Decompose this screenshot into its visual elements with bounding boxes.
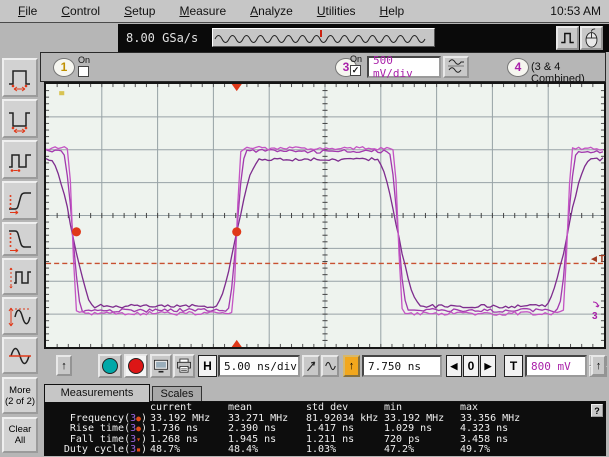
horizontal-setup-button[interactable]: H xyxy=(198,355,217,377)
channel-3-on-label: On xyxy=(350,54,362,64)
channel-4-badge[interactable]: 4 xyxy=(507,58,529,77)
timebase-field[interactable]: 5.00 ns/div xyxy=(218,355,300,377)
clock: 10:53 AM xyxy=(550,4,603,18)
realtime-mode-button[interactable] xyxy=(321,355,339,377)
menu-items: FileControlSetupMeasureAnalyzeUtilitiesH… xyxy=(6,4,416,18)
expand-right-button[interactable]: ↑ xyxy=(591,355,606,376)
pulse-mode-button[interactable] xyxy=(556,26,579,50)
timebase-preview[interactable] xyxy=(212,28,435,47)
more-measurements-button[interactable]: More (2 of 2) xyxy=(2,377,38,414)
measure-sine-amplitude-button[interactable] xyxy=(2,297,38,335)
vertical-scale-spinner[interactable] xyxy=(443,56,469,78)
measure-pwidth-pos-button[interactable] xyxy=(2,58,38,97)
measure-average-button[interactable] xyxy=(2,337,38,374)
clear-all-button[interactable]: Clear All xyxy=(2,417,38,453)
trigger-setup-button[interactable]: T xyxy=(504,355,523,377)
measurements-panel: currentmeanstd devminmaxFrequency(3●)33.… xyxy=(44,401,606,456)
measure-period-button[interactable] xyxy=(2,140,38,179)
measurement-row-duty-cycle: Duty cycle(3▪)48.7%48.4%1.03%47.2%49.7% xyxy=(46,445,590,456)
menubar: FileControlSetupMeasureAnalyzeUtilitiesH… xyxy=(0,0,609,23)
wave-spinner-icon xyxy=(446,58,466,74)
pulse-icon xyxy=(558,29,577,47)
delay-field[interactable]: 7.750 ns xyxy=(362,355,442,377)
zero-delay-button[interactable]: 0 xyxy=(463,355,479,377)
measurement-row-rise-time: Rise time(3●)1.736 ns2.390 ns1.417 ns1.0… xyxy=(46,424,590,435)
pulse-width-positive-icon xyxy=(7,64,33,92)
channel-1-on-label: On xyxy=(78,55,90,65)
up-arrow-icon: ↑ xyxy=(61,360,67,372)
measurements-header: currentmeanstd devminmax xyxy=(46,403,590,414)
sample-rate: 8.00 GSa/s xyxy=(126,31,198,45)
trigger-arrow-icon: ◄ xyxy=(589,254,599,265)
waveform-display: ◄T 3 xyxy=(44,82,606,349)
run-icon xyxy=(102,358,118,374)
mouse-mode-button[interactable] xyxy=(580,26,603,50)
trigger-level-field[interactable]: 800 mV xyxy=(525,355,587,377)
oscilloscope-app: FileControlSetupMeasureAnalyzeUtilitiesH… xyxy=(0,0,609,457)
acquisition-bar: 8.00 GSa/s xyxy=(118,24,609,52)
menu-control[interactable]: Control xyxy=(49,4,112,18)
rise-time-icon xyxy=(7,187,33,215)
up-arrow-icon: ↑ xyxy=(596,360,602,372)
print-button[interactable] xyxy=(173,354,195,378)
curved-arrow-icon xyxy=(592,301,600,309)
tab-scales[interactable]: Scales xyxy=(152,386,202,402)
fall-time-icon xyxy=(7,225,33,253)
measure-risetime-button[interactable] xyxy=(2,181,38,220)
sine-icon xyxy=(324,358,337,374)
pan-left-button[interactable]: ◀ xyxy=(446,355,462,377)
average-icon xyxy=(7,342,33,370)
screen-icon xyxy=(152,357,170,375)
menu-analyze[interactable]: Analyze xyxy=(238,4,305,18)
right-arrow-icon: ▶ xyxy=(485,361,492,372)
period-icon xyxy=(7,146,33,174)
horizontal-toolbar: ↑ H 5.00 ns/div xyxy=(40,351,606,382)
channel-bar: 1 On 3 On ✓ 500 mV/div 4 (3 & 4 Combined… xyxy=(40,52,606,82)
channel-3-scale-field[interactable]: 500 mV/div xyxy=(367,56,441,78)
pulse-amplitude-icon xyxy=(7,263,33,291)
left-arrow-icon: ◀ xyxy=(451,361,458,372)
measure-pwidth-neg-button[interactable] xyxy=(2,99,38,138)
sweep-zoom-button[interactable] xyxy=(302,355,320,377)
help-button[interactable]: ? xyxy=(591,404,603,417)
stop-button[interactable] xyxy=(124,354,148,378)
tab-measurements[interactable]: Measurements xyxy=(44,384,150,402)
measure-pulse-amplitude-button[interactable] xyxy=(2,258,38,295)
channel-1-badge[interactable]: 1 xyxy=(53,58,75,77)
run-button[interactable] xyxy=(98,354,122,378)
delay-arrow-icon: ↑ xyxy=(349,360,355,372)
stop-icon xyxy=(128,358,144,374)
channel-3-on-checkbox[interactable]: ✓ xyxy=(350,65,361,76)
measurements-table: currentmeanstd devminmaxFrequency(3●)33.… xyxy=(46,403,590,456)
mouse-icon xyxy=(582,28,601,48)
menu-setup[interactable]: Setup xyxy=(112,4,167,18)
measure-falltime-button[interactable] xyxy=(2,222,38,256)
menu-measure[interactable]: Measure xyxy=(167,4,238,18)
pulse-width-negative-icon xyxy=(7,105,33,133)
sine-amplitude-icon xyxy=(7,302,33,330)
menu-utilities[interactable]: Utilities xyxy=(305,4,368,18)
preview-waveform-icon xyxy=(213,29,432,44)
channel-1-on-checkbox[interactable] xyxy=(78,66,89,77)
ramp-icon xyxy=(305,358,318,374)
trigger-level-marker[interactable]: ◄T xyxy=(589,254,605,265)
expand-left-button[interactable]: ↑ xyxy=(56,355,72,376)
pan-right-button[interactable]: ▶ xyxy=(480,355,496,377)
channel-3-position-marker[interactable]: 3 xyxy=(592,300,604,322)
waveform-svg xyxy=(46,84,604,347)
menu-file[interactable]: File xyxy=(6,4,49,18)
printer-icon xyxy=(175,357,193,375)
menu-help[interactable]: Help xyxy=(368,4,417,18)
screen-copy-button[interactable] xyxy=(150,354,172,378)
delay-marker-button[interactable]: ↑ xyxy=(343,355,360,377)
